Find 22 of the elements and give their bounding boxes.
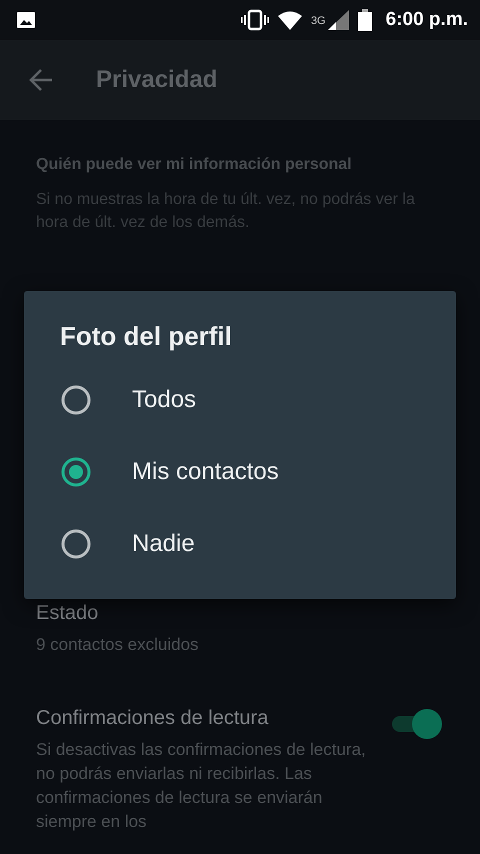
image-icon — [16, 10, 36, 30]
battery-icon — [358, 9, 372, 31]
signal-icon — [328, 10, 350, 30]
setting-title: Confirmaciones de lectura — [36, 707, 270, 730]
toggle-switch[interactable] — [390, 709, 442, 737]
clock: 6:00 p.m. — [386, 9, 468, 31]
option-label[interactable]: Mis contactos — [132, 458, 279, 486]
radio-button[interactable] — [60, 528, 92, 560]
setting-subtitle: Si desactivas las confirmaciones de lectura, no podrás enviarlas ni recibirlas. Las confirmaciones de lectura se enviarán siempre en los — [36, 739, 367, 833]
wifi-icon — [276, 10, 303, 30]
radio-button[interactable] — [60, 384, 92, 416]
option-label[interactable]: Nadie — [132, 530, 195, 558]
back-arrow-icon[interactable] — [28, 67, 54, 93]
network-type: 3G — [310, 15, 326, 27]
vibrate-icon — [240, 9, 269, 31]
option-label[interactable]: Todos — [132, 386, 196, 414]
dialog-title: Foto del perfil — [60, 321, 232, 352]
setting-title: Estado — [36, 602, 100, 625]
screen-title: Privacidad — [96, 66, 218, 94]
radio-button[interactable] — [60, 456, 92, 488]
section-header: Quién puede ver mi información personal — [36, 156, 353, 174]
setting-subtitle: 9 contactos excluidos — [36, 634, 200, 656]
